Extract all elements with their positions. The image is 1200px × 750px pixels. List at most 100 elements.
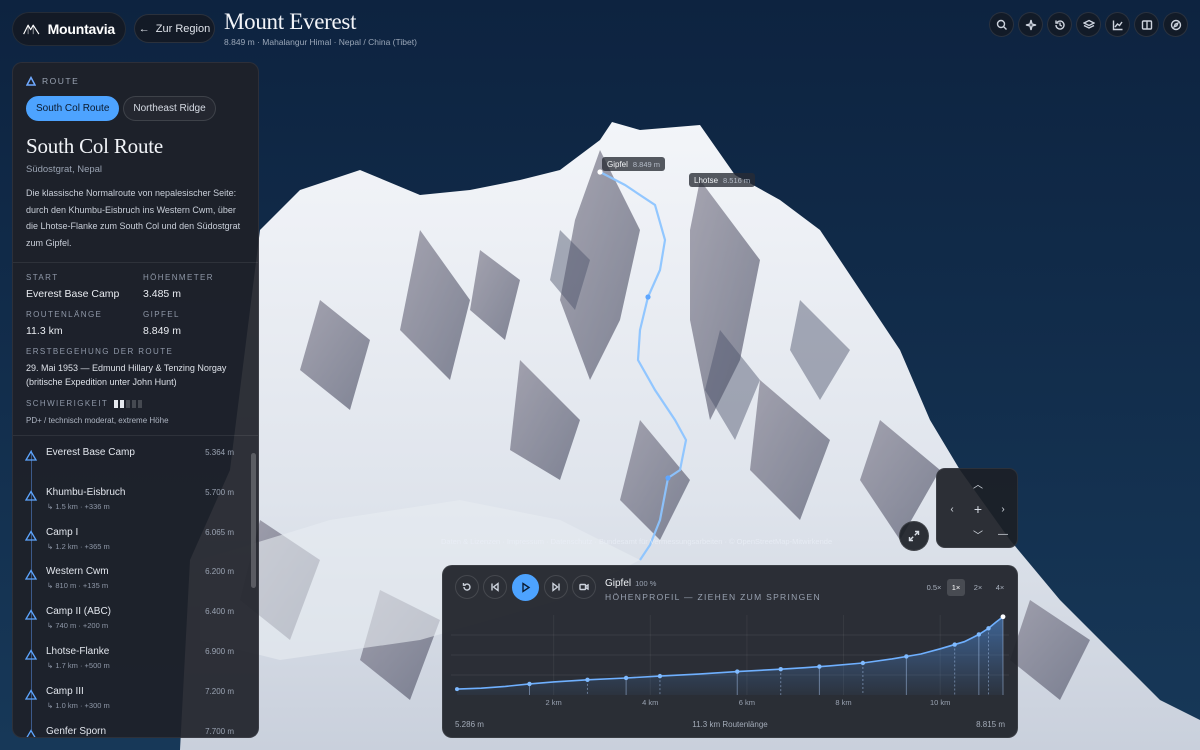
pan-left-button[interactable]: ‹ [944, 501, 960, 517]
waypoint-meta: ↳ 810 m · +135 m [47, 581, 109, 591]
compass-button[interactable] [1163, 12, 1188, 37]
waypoint-marker-dot [527, 681, 532, 687]
restart-icon [462, 583, 471, 591]
stat-value: 3.485 m [143, 288, 181, 300]
waypoint-item[interactable]: Lhotse-Flanke 6.900 m ↳ 1.7 km · +500 m [13, 641, 258, 681]
route-name: South Col Route [26, 134, 164, 158]
speed-option[interactable]: 0.5× [925, 579, 943, 596]
next-button[interactable] [544, 575, 568, 599]
brand-logo-button[interactable]: Mountavia [12, 12, 126, 46]
waypoint-item[interactable]: Camp II (ABC) 6.400 m ↳ 740 m · +200 m [13, 601, 258, 641]
record-video-button[interactable] [572, 575, 596, 599]
waypoint-elevation: 6.065 m [205, 527, 234, 537]
waypoint-marker-dot [904, 654, 909, 659]
zoom-out-button[interactable]: — [995, 526, 1011, 542]
waypoint-marker-icon [25, 727, 37, 737]
peak-label-name: Lhotse [694, 175, 719, 185]
difficulty-bar [132, 399, 137, 408]
mountain-icon [26, 76, 36, 86]
fullscreen-button[interactable] [899, 521, 929, 551]
waypoint-marker-dot [585, 677, 590, 683]
peak-label-summit[interactable]: Gipfel 8.849 m [602, 157, 666, 171]
waypoint-elevation: 7.700 m [205, 726, 234, 736]
back-to-region-button[interactable]: ← Zur Region [134, 14, 215, 43]
stat-label: HÖHENMETER [143, 273, 214, 282]
route-subtitle: Südostgrat, Nepal [26, 164, 103, 175]
chart-button[interactable] [1105, 12, 1130, 37]
search-icon [996, 19, 1007, 30]
mountain-logo-icon [23, 24, 40, 35]
pan-right-button[interactable]: › [995, 501, 1011, 517]
waypoint-marker-dot [976, 632, 982, 637]
waypoint-marker-dot [986, 626, 991, 631]
waypoint-item[interactable]: Everest Base Camp 5.364 m [13, 442, 258, 482]
sparkle-button[interactable] [1018, 12, 1043, 37]
waypoint-name: Camp II (ABC) [46, 606, 112, 618]
chevron-up-icon: ︿ [973, 479, 983, 491]
stat-label: ROUTENLÄNGE [26, 310, 103, 319]
waypoint-item[interactable]: Khumbu-Eisbruch 5.700 m ↳ 1.5 km · +336 m [13, 482, 258, 522]
waypoint-name: Lhotse-Flanke [46, 645, 110, 657]
speed-option[interactable]: 2× [969, 579, 987, 596]
waypoint-marker-dot [657, 673, 663, 679]
skip-back-icon [491, 582, 499, 592]
minus-icon: — [998, 528, 1008, 540]
pan-up-button[interactable]: ︿ [970, 475, 986, 491]
waypoint-item[interactable]: Camp I 6.065 m ↳ 1.2 km · +365 m [13, 522, 258, 562]
restart-button[interactable] [455, 575, 479, 599]
waypoint-marker-icon [24, 647, 38, 660]
waypoint-elevation: 6.200 m [205, 567, 234, 577]
x-tick-label: 2 km [546, 698, 562, 707]
previous-button[interactable] [483, 575, 507, 599]
x-tick-label: 8 km [835, 698, 851, 707]
waypoint-meta: ↳ 1.5 km · +336 m [47, 501, 110, 511]
zoom-in-button[interactable]: + [970, 501, 986, 517]
profile-start-dot [455, 687, 459, 692]
difficulty-bar [114, 399, 119, 408]
waypoint-marker-icon [24, 448, 38, 461]
waypoint-marker-dot [735, 669, 740, 674]
difficulty-label: SCHWIERIGKEIT [26, 399, 109, 408]
peak-label-lhotse[interactable]: Lhotse 8.516 m [689, 173, 756, 187]
waypoint-elevation: 5.364 m [205, 448, 234, 457]
waypoint-name: Camp I [46, 526, 79, 538]
plus-icon: + [973, 501, 983, 517]
tab-south-col-route[interactable]: South Col Route [26, 96, 120, 121]
elevation-chart[interactable]: 2 km 4 km 6 km 8 km 10 km [451, 611, 1009, 711]
pan-down-button[interactable]: ﹀ [970, 526, 986, 542]
waypoint-elevation: 5.700 m [205, 487, 234, 497]
waypoint-list: Everest Base Camp 5.364 m Khumbu-Eisbruch 5… [13, 436, 258, 737]
waypoint-scrollbar[interactable] [251, 453, 256, 588]
x-tick-label: 10 km [930, 698, 950, 707]
waypoint-item[interactable]: Camp III 7.200 m ↳ 1.0 km · +300 m [13, 681, 258, 721]
history-button[interactable] [1047, 12, 1072, 37]
waypoint-marker-dot [952, 642, 957, 647]
tab-northeast-ridge[interactable]: Northeast Ridge [123, 96, 216, 121]
speed-option[interactable]: 1× [947, 579, 965, 596]
waypoint-meta: ↳ 1.7 km · +500 m [47, 660, 110, 670]
map-navigation-pad: ︿ ‹ + › ﹀ — [936, 468, 1018, 548]
peak-label-name: Gipfel [607, 159, 628, 169]
search-button[interactable] [989, 12, 1014, 37]
stat-label: GIPFEL [143, 310, 180, 319]
waypoint-marker-dot [778, 666, 783, 672]
play-button[interactable] [512, 574, 539, 601]
map-attribution[interactable]: Daten & Lizenzen · Impressum · Datenschu… [441, 537, 832, 546]
waypoint-elevation: 7.200 m [205, 686, 234, 696]
speed-option[interactable]: 4× [991, 579, 1009, 596]
waypoint-marker-icon [24, 607, 38, 620]
waypoint-marker-icon [24, 488, 38, 501]
difficulty-meter [114, 399, 143, 408]
sidebar-button[interactable] [1134, 12, 1159, 37]
waypoint-name: Khumbu-Eisbruch [46, 486, 126, 498]
waypoint-item[interactable]: Genfer Sporn 7.700 m [13, 721, 258, 737]
difficulty-bar [126, 399, 131, 408]
stat-value: 8.849 m [143, 325, 181, 337]
stat-value: Everest Base Camp [26, 288, 120, 300]
waypoint-item[interactable]: Western Cwm 6.200 m ↳ 810 m · +135 m [13, 561, 258, 601]
playback-speed-selector: 0.5× 1× 2× 4× [925, 579, 1009, 596]
waypoint-elevation: 6.400 m [205, 607, 234, 617]
waypoint-meta: ↳ 1.2 km · +365 m [47, 541, 110, 551]
waypoint-name: Western Cwm [46, 566, 109, 578]
layers-button[interactable] [1076, 12, 1101, 37]
